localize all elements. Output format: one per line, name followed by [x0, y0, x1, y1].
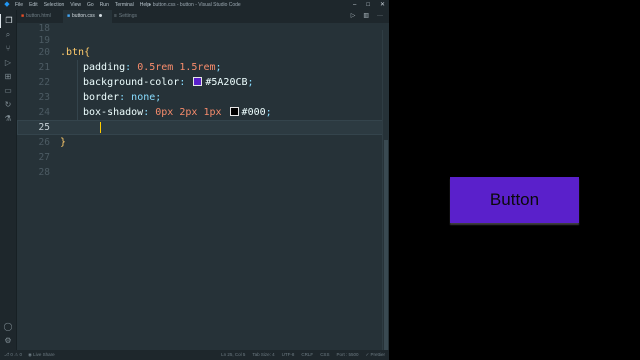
line-number: 26: [38, 137, 50, 148]
code-editor[interactable]: 18 19 20 .btn{ 21 padding: 0.5rem 1.5rem…: [17, 23, 389, 350]
menu-edit[interactable]: Edit: [29, 0, 38, 10]
menu-file[interactable]: File: [15, 0, 23, 10]
menu-help[interactable]: Help: [140, 0, 150, 10]
line-number: 22: [38, 77, 50, 88]
line-number: 24: [38, 107, 50, 118]
css-value: #5A20CB: [205, 77, 248, 88]
browser-preview: Button: [389, 0, 640, 360]
line-number: 21: [38, 62, 50, 73]
window-controls: – □ ✕: [353, 0, 385, 10]
preview-button[interactable]: Button: [450, 177, 579, 223]
line-number: 23: [38, 92, 50, 103]
text-cursor: [100, 122, 101, 133]
css-value: 1.5rem: [179, 62, 216, 73]
css-property: box-shadow: [83, 107, 144, 118]
code-text: }: [60, 135, 66, 150]
css-selector: .btn: [60, 47, 85, 58]
activity-bar: ❐ ⌕ ⑂ ▷ ⊞ ▭ ↻ ⚗ ◯ ⚙: [0, 10, 17, 350]
code-line-27: 27: [17, 150, 389, 165]
color-swatch-icon[interactable]: [193, 77, 203, 86]
css-value: 0.5rem: [137, 62, 174, 73]
close-brace: }: [60, 137, 67, 148]
explorer-icon[interactable]: ❐: [0, 14, 17, 28]
code-text: border: none;: [83, 92, 162, 103]
manage-gear-icon[interactable]: ⚙: [0, 334, 16, 348]
testing-icon[interactable]: ⚗: [0, 112, 16, 126]
css-property: background-color: [83, 77, 180, 88]
css-value: 1px: [203, 107, 222, 118]
tab-size[interactable]: Tab Size: 4: [252, 350, 274, 360]
remote-explorer-icon[interactable]: ▭: [0, 84, 16, 98]
unsaved-dot-icon[interactable]: [98, 14, 102, 18]
css-value: 0px: [155, 107, 174, 118]
menu-view[interactable]: View: [70, 0, 81, 10]
encoding[interactable]: UTF-8: [282, 350, 295, 360]
line-number: 27: [38, 152, 50, 163]
vscode-window: ◆ File Edit Selection View Go Run Termin…: [0, 0, 389, 360]
code-text: padding: 0.5rem 1.5rem;: [83, 62, 222, 73]
tab-label: button.css: [72, 13, 95, 19]
css-value: #000: [241, 107, 266, 118]
language-mode[interactable]: CSS: [320, 350, 329, 360]
live-share-icon[interactable]: ↻: [0, 98, 16, 112]
css-property: border: [83, 92, 120, 103]
run-debug-icon[interactable]: ▷: [0, 56, 16, 70]
source-control-icon[interactable]: ⑂: [0, 42, 16, 56]
line-number: 20: [38, 47, 50, 58]
accounts-icon[interactable]: ◯: [0, 320, 16, 334]
menu-selection[interactable]: Selection: [44, 0, 65, 10]
code-line-21: 21 padding: 0.5rem 1.5rem;: [17, 60, 389, 75]
cursor-position[interactable]: Ln 25, Col 5: [221, 350, 245, 360]
code-text: .btn{: [60, 45, 90, 60]
live-share-status[interactable]: ◉ Live Share: [28, 350, 55, 360]
line-number: 28: [38, 167, 50, 178]
open-brace: {: [84, 47, 91, 58]
code-line-24: 24 box-shadow: 0px 2px 1px #000;: [17, 105, 389, 120]
title-bar: ◆ File Edit Selection View Go Run Termin…: [0, 0, 389, 10]
code-line-23: 23 border: none;: [17, 90, 389, 105]
code-text: box-shadow: 0px 2px 1px #000;: [83, 107, 272, 118]
css-value: none: [131, 92, 156, 103]
live-server-port[interactable]: Port : 5500: [336, 350, 358, 360]
line-ending[interactable]: CRLF: [301, 350, 313, 360]
prettier-status[interactable]: ✓ Prettier: [365, 350, 385, 360]
css-value: 2px: [179, 107, 198, 118]
maximize-icon[interactable]: □: [366, 0, 370, 10]
scrollbar-thumb[interactable]: [384, 140, 388, 350]
menu-bar: File Edit Selection View Go Run Terminal…: [15, 0, 150, 10]
code-line-20: 20 .btn{: [17, 45, 389, 60]
menu-terminal[interactable]: Terminal: [115, 0, 134, 10]
extensions-icon[interactable]: ⊞: [0, 70, 16, 84]
css-property: padding: [83, 62, 126, 73]
search-icon[interactable]: ⌕: [0, 28, 16, 42]
tab-label: button.html: [26, 13, 51, 19]
code-text: background-color: #5A20CB;: [83, 77, 254, 88]
status-bar: ⎇ 0 ⚠ 0 ◉ Live Share Ln 25, Col 5 Tab Si…: [0, 350, 389, 360]
problems-status[interactable]: ⎇ 0 ⚠ 0: [4, 350, 22, 360]
code-line-28: 28: [17, 165, 389, 180]
editor-scrollbar[interactable]: [382, 30, 389, 350]
code-line-26: 26 }: [17, 135, 389, 150]
close-icon[interactable]: ✕: [380, 0, 385, 10]
menu-go[interactable]: Go: [87, 0, 94, 10]
line-number: 25: [38, 122, 50, 133]
minimize-icon[interactable]: –: [353, 0, 356, 10]
menu-run[interactable]: Run: [100, 0, 109, 10]
code-line-22: 22 background-color: #5A20CB;: [17, 75, 389, 90]
tab-label: Settings: [118, 13, 137, 19]
vscode-logo-icon: ◆: [4, 1, 10, 8]
code-line-25-current[interactable]: 25: [17, 120, 389, 135]
color-swatch-icon[interactable]: [229, 107, 239, 116]
